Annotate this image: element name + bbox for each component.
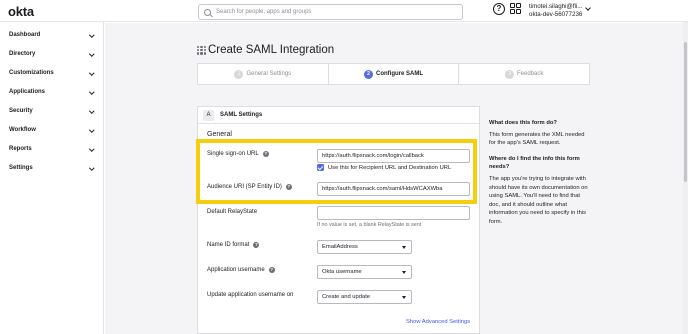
relay-state-field[interactable] [317,206,470,220]
show-advanced-settings-link[interactable]: Show Advanced Settings [406,319,470,325]
sidebar-item-customizations[interactable]: Customizations [0,67,104,81]
search-placeholder: Search for people, apps and groups [216,9,312,15]
help-icon[interactable]: ? [493,3,505,15]
top-bar: okta Search for people, apps and groups … [0,0,688,22]
info-icon[interactable]: ? [268,267,275,273]
step-number: 1 [234,69,244,79]
search-input[interactable]: Search for people, apps and groups [198,4,463,20]
page-title: Create SAML Integration [208,44,335,56]
chevron-down-icon [89,51,95,57]
chevron-down-icon[interactable] [585,5,591,11]
step-label: Feedback [517,71,544,77]
card-header: A SAML Settings [198,107,479,124]
user-org: okta-dev-56077236 [529,11,583,18]
step-number: 3 [505,69,514,79]
name-id-format-value: EmailAddress [322,244,358,250]
name-id-format-label: Name ID format ? [207,242,260,248]
sidebar-item-label: Customizations [9,70,54,76]
sidebar: Dashboard Directory Customizations Appli… [0,22,104,334]
sidebar-item-dashboard[interactable]: Dashboard [0,29,104,43]
app-username-select[interactable]: Okta username [317,265,412,279]
relay-state-hint: If no value is set, a blank RelayState i… [317,222,422,228]
sidebar-item-reports[interactable]: Reports [0,143,104,157]
name-id-format-select[interactable]: EmailAddress [317,240,412,254]
highlight-box [196,139,477,204]
sidebar-item-label: Dashboard [9,32,41,38]
sidebar-item-label: Security [9,108,33,114]
chevron-down-icon [89,108,95,114]
step-label: General Settings [246,71,292,77]
sidebar-item-applications[interactable]: Applications [0,86,104,100]
wizard-steps: 1 General Settings 2 Configure SAML 3 Fe… [197,63,590,85]
chevron-down-icon [89,165,95,171]
caret-down-icon [402,271,406,274]
update-username-label: Update application username on [207,292,293,298]
app-username-label: Application username ? [207,267,275,273]
scrollbar-thumb[interactable] [684,42,687,182]
help-panel: What does this form do? This form genera… [489,119,591,234]
page-header: Create SAML Integration [197,44,334,56]
sidebar-item-label: Directory [9,51,36,57]
step-configure-saml[interactable]: 2 Configure SAML [329,64,460,84]
update-username-value: Create and update [322,294,371,300]
section-badge: A [203,110,214,121]
app-username-value: Okta username [322,269,362,275]
search-icon [204,8,211,16]
help-answer: This form generates the XML needed for t… [489,131,585,147]
update-username-select[interactable]: Create and update [317,290,412,304]
section-title: SAML Settings [220,112,263,118]
caret-down-icon [402,246,406,249]
subsection-title: General [207,131,232,138]
chevron-down-icon [89,146,95,152]
step-label: Configure SAML [376,71,423,77]
step-number: 2 [364,69,373,79]
update-username-label-text: Update application username on [207,292,294,298]
step-feedback[interactable]: 3 Feedback [459,64,589,84]
user-menu[interactable]: timotei.silaghi@fli... okta-dev-56077236 [529,3,582,19]
user-email: timotei.silaghi@fli... [529,3,583,10]
sidebar-item-label: Reports [9,146,32,152]
app-integration-icon [197,45,206,55]
relay-state-label: Default RelayState [207,209,257,215]
chevron-down-icon [89,89,95,95]
scrollbar[interactable] [683,22,688,334]
sidebar-item-settings[interactable]: Settings [0,162,104,176]
okta-logo[interactable]: okta [8,3,34,19]
chevron-down-icon [89,127,95,133]
help-question: What does this form do? [489,120,557,126]
sidebar-item-workflow[interactable]: Workflow [0,124,104,138]
sidebar-item-label: Applications [9,89,46,95]
sidebar-item-directory[interactable]: Directory [0,48,104,62]
relay-state-label-text: Default RelayState [207,209,258,215]
help-question: Where do I find the info this form needs… [489,155,580,171]
chevron-down-icon [89,32,95,38]
app-username-label-text: Application username [207,267,265,273]
logo-text: okta [8,3,34,19]
info-icon[interactable]: ? [253,242,260,248]
caret-down-icon [402,296,406,299]
help-answer: The app you're trying to integrate with … [489,175,588,225]
sidebar-item-label: Workflow [9,127,36,133]
apps-grid-icon[interactable] [510,3,521,14]
step-general-settings[interactable]: 1 General Settings [198,64,329,84]
sidebar-item-label: Settings [9,165,33,171]
sidebar-item-security[interactable]: Security [0,105,104,119]
name-id-format-label-text: Name ID format [207,242,250,248]
chevron-down-icon [89,70,95,76]
